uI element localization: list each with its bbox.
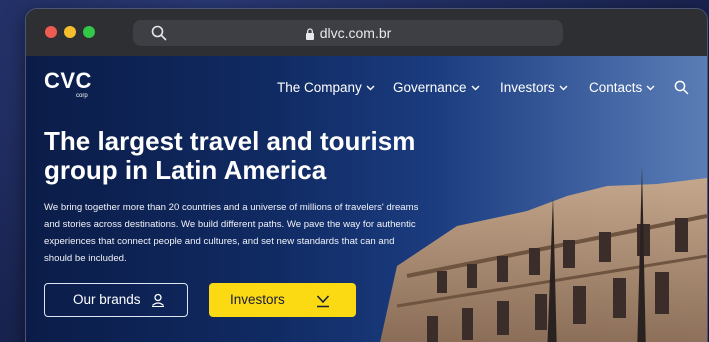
minimize-window-button[interactable]: [64, 26, 76, 38]
site-header: CVC corp The Company Governance Investor…: [26, 56, 707, 112]
logo-main: CVC: [44, 68, 92, 93]
hero-description: We bring together more than 20 countries…: [44, 202, 419, 264]
logo-sub: corp: [76, 93, 88, 99]
browser-window: dlvc.com.br CVC corp The Company Governa…: [25, 8, 708, 342]
cvc-corp-logo[interactable]: CVC corp: [44, 68, 92, 100]
site-search-icon[interactable]: [674, 80, 689, 95]
nav-item-contacts[interactable]: Contacts: [589, 80, 655, 96]
our-brands-button[interactable]: Our brands: [44, 283, 188, 317]
chevron-down-icon: [366, 85, 375, 91]
download-icon: [316, 295, 330, 308]
website-content: CVC corp The Company Governance Investor…: [26, 56, 707, 342]
nav-item-label: Investors: [500, 80, 555, 95]
chevron-down-icon: [559, 85, 568, 91]
chevron-down-icon: [646, 85, 655, 91]
url-text: dlvc.com.br: [319, 25, 392, 41]
address-bar[interactable]: dlvc.com.br: [133, 20, 563, 46]
nav-item-label: Governance: [393, 80, 467, 95]
user-brands-icon: [152, 293, 164, 307]
hero-title: The largest travel and tourism group in …: [44, 126, 416, 185]
maximize-window-button[interactable]: [83, 26, 95, 38]
investors-button[interactable]: Investors: [209, 283, 356, 317]
investors-label: Investors: [230, 292, 285, 307]
nav-item-the-company[interactable]: The Company: [277, 80, 375, 96]
close-window-button[interactable]: [45, 26, 57, 38]
address-url: dlvc.com.br: [133, 25, 563, 41]
browser-toolbar: dlvc.com.br: [26, 9, 707, 56]
nav-item-label: The Company: [277, 80, 362, 95]
nav-item-investors[interactable]: Investors: [500, 80, 568, 96]
our-brands-label: Our brands: [73, 292, 141, 307]
lock-icon: [305, 28, 314, 40]
nav-item-governance[interactable]: Governance: [393, 80, 480, 96]
chevron-down-icon: [471, 85, 480, 91]
screenshot-stage: dlvc.com.br CVC corp The Company Governa…: [0, 0, 709, 342]
nav-item-label: Contacts: [589, 80, 643, 95]
